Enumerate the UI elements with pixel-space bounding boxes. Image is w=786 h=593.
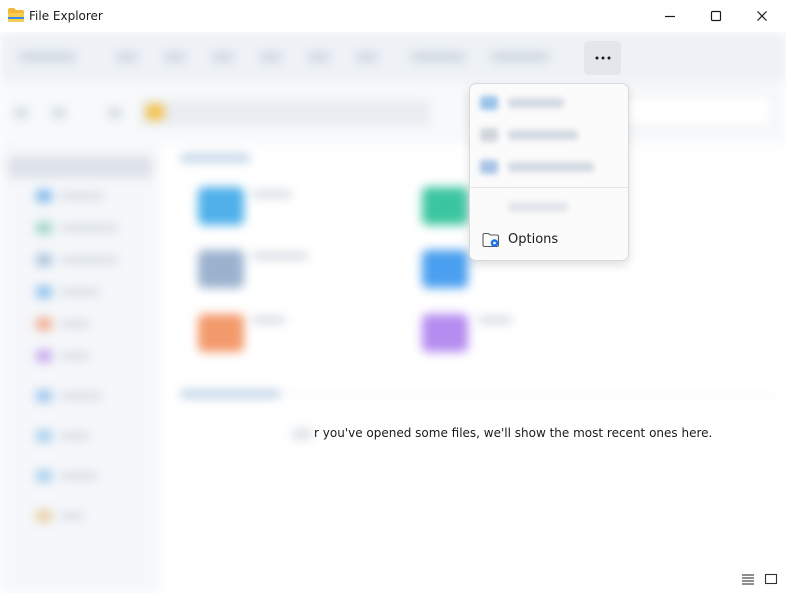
- recent-files-empty-message: r you've opened some files, we'll show t…: [314, 426, 713, 440]
- maximize-icon: [710, 10, 722, 22]
- blurred-background: [0, 32, 786, 593]
- options-label: Options: [508, 232, 559, 247]
- menu-separator: [470, 187, 628, 188]
- see-more-menu: Options: [469, 83, 629, 261]
- file-explorer-icon: [8, 8, 24, 22]
- window-title: File Explorer: [29, 9, 103, 23]
- close-button[interactable]: [739, 0, 785, 32]
- menu-items-blurred: [470, 84, 628, 224]
- minimize-button[interactable]: [647, 0, 693, 32]
- navigation-pane-blurred: [0, 144, 160, 593]
- details-view-icon[interactable]: [741, 573, 755, 585]
- tiles-view-icon[interactable]: [764, 573, 778, 585]
- command-bar-blurred: [0, 32, 786, 82]
- close-icon: [757, 11, 767, 21]
- more-dots-icon: [595, 56, 610, 60]
- maximize-button[interactable]: [693, 0, 739, 32]
- options-menu-item[interactable]: Options: [474, 225, 624, 255]
- minimize-icon: [665, 15, 675, 18]
- folder-options-icon: [482, 232, 500, 248]
- see-more-button[interactable]: [584, 41, 621, 75]
- title-bar: File Explorer: [0, 0, 786, 32]
